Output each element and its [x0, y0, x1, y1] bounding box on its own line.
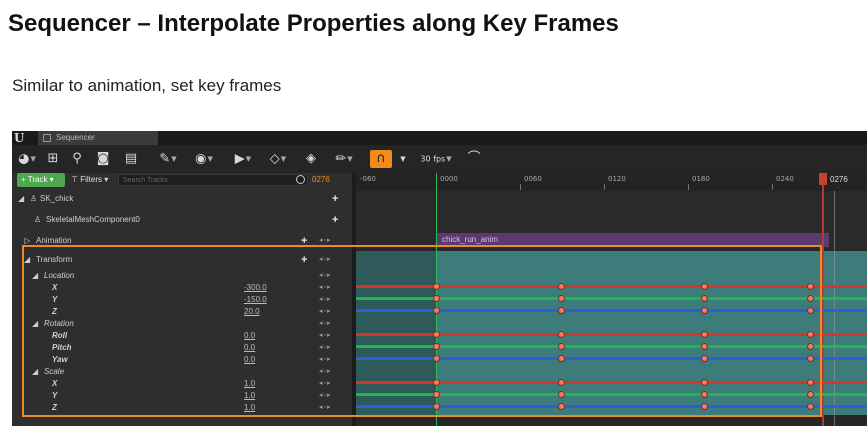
tick-label: 0120 — [608, 175, 626, 183]
toolbar: ◕▼ ⊞ ⚲ ◙ ▤ ✎▼ ◉▼ ▶▼ ◇▼ ◈ ✏▼ ∩ ▼ 30 fps▼ … — [12, 145, 867, 173]
tick-label: -060 — [360, 175, 376, 183]
unreal-logo-icon: U — [14, 131, 25, 145]
transform-highlight-frame — [22, 245, 822, 417]
camera-icon[interactable]: ◙ — [92, 150, 114, 168]
filters-label: Filters — [80, 175, 102, 184]
sequencer-window: U Sequencer ◕▼ ⊞ ⚲ ◙ ▤ ✎▼ ◉▼ ▶▼ ◇▼ ◈ ✏▼ … — [12, 131, 867, 426]
fps-label: 30 fps — [420, 154, 446, 164]
add-to-actor-button[interactable]: + — [332, 193, 338, 205]
window-titlebar: U Sequencer — [12, 131, 867, 145]
sequencer-tab-icon — [43, 134, 51, 142]
key-icon[interactable]: ◇▼ — [264, 150, 292, 168]
tick-label: 0060 — [524, 175, 542, 183]
tools-icon[interactable]: ✎▼ — [154, 150, 182, 168]
component-label: SkeletalMeshComponent0 — [46, 215, 140, 224]
tick-label: 0000 — [440, 175, 458, 183]
save-icon[interactable]: ⊞ — [44, 150, 62, 168]
tab-sequencer[interactable]: Sequencer — [38, 131, 158, 145]
filters-dropdown[interactable]: ⊤ Filters ▾ — [71, 173, 117, 187]
add-track-button[interactable]: + Track ▾ — [17, 173, 65, 187]
tab-label: Sequencer — [56, 133, 95, 142]
visibility-icon[interactable]: ◉▼ — [189, 150, 219, 168]
tick-label: 0240 — [776, 175, 794, 183]
search-tracks-input[interactable]: Search Tracks — [118, 174, 308, 186]
slide-subtitle: Similar to animation, set key frames — [12, 76, 282, 95]
snap-dropdown-icon[interactable]: ▼ — [398, 150, 408, 168]
component-icon: ♙ — [34, 215, 42, 224]
edit-icon[interactable]: ✏▼ — [330, 150, 358, 168]
fps-dropdown[interactable]: 30 fps▼ — [416, 150, 456, 168]
add-track-label: + Track — [21, 175, 48, 184]
add-to-component-button[interactable]: + — [332, 214, 338, 226]
tree-row-actor[interactable]: ◢ ♙ SK_chick + — [12, 193, 352, 205]
expand-arrow-icon[interactable]: ◢ — [18, 193, 24, 205]
animation-section-label: chick_run_anim — [442, 235, 499, 244]
ruler-tick — [520, 184, 521, 190]
play-icon[interactable]: ▶▼ — [230, 150, 256, 168]
ruler-tick — [604, 184, 605, 190]
auto-key-icon[interactable]: ◈ — [302, 150, 320, 168]
world-settings-icon[interactable]: ◕▼ — [16, 150, 38, 168]
slide-title: Sequencer – Interpolate Properties along… — [8, 10, 619, 37]
actor-lane — [356, 191, 867, 231]
time-ruler[interactable]: -060 0000 0060 0120 0180 0240 — [356, 173, 867, 191]
search-tracks-icon — [296, 175, 305, 184]
ruler-tick — [772, 184, 773, 190]
tick-label: 0180 — [692, 175, 710, 183]
current-frame-field[interactable]: 0276 — [312, 173, 348, 187]
actor-icon: ♙ — [30, 194, 38, 203]
film-icon[interactable]: ▤ — [120, 150, 142, 168]
magnet-icon[interactable]: ∩ — [370, 150, 392, 168]
actor-label: SK_chick — [40, 194, 74, 203]
playhead-label: 0276 — [830, 175, 848, 184]
tree-row-component[interactable]: ♙ SkeletalMeshComponent0 + — [12, 214, 352, 226]
search-icon[interactable]: ⚲ — [68, 150, 86, 168]
curve-icon[interactable]: ⌒ — [464, 150, 484, 168]
playhead-handle[interactable] — [819, 173, 827, 185]
ruler-tick — [688, 184, 689, 190]
